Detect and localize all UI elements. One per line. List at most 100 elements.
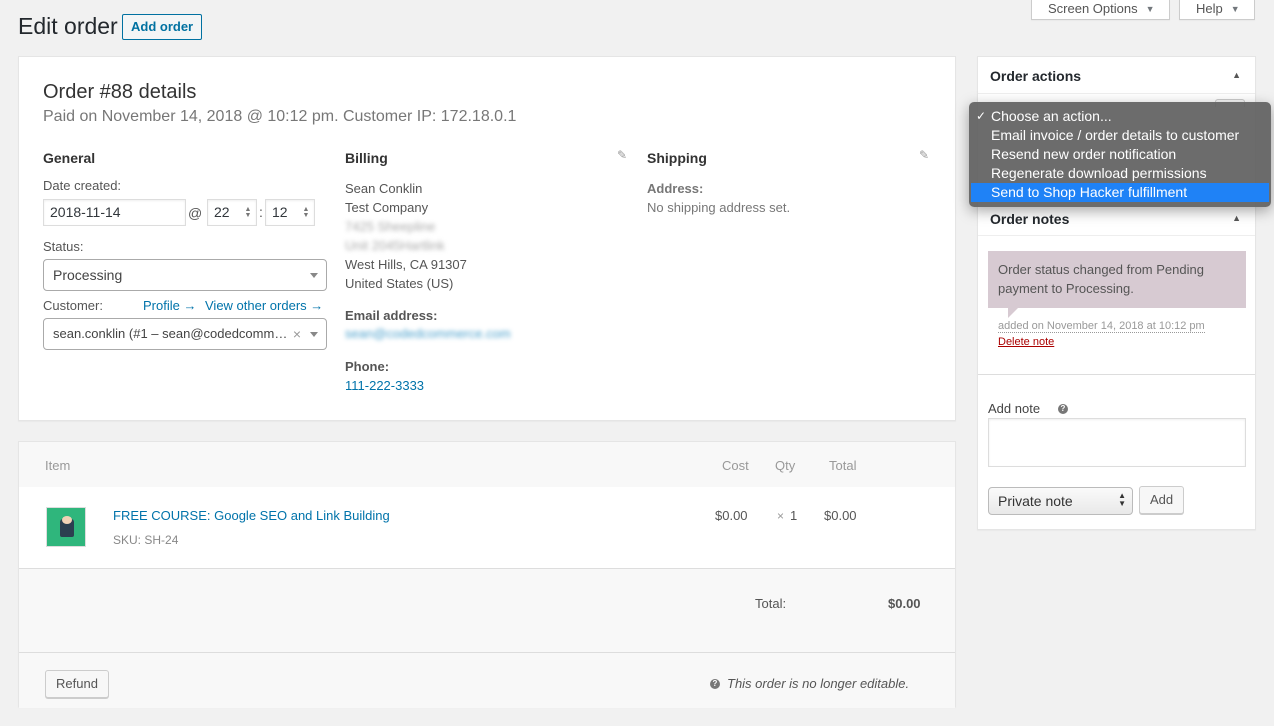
- shipping-address-label: Address:: [647, 181, 704, 196]
- column-item: Item: [45, 458, 71, 473]
- order-totals: Total: $0.00: [19, 569, 955, 653]
- delete-note-link[interactable]: Delete note: [998, 336, 1054, 348]
- customer-select[interactable]: sean.conklin (#1 – sean@codedcomm… ×: [43, 318, 327, 350]
- customer-label: Customer:: [43, 298, 103, 313]
- dropdown-option-highlighted[interactable]: Send to Shop Hacker fulfillment: [971, 183, 1269, 202]
- order-action-dropdown[interactable]: ✓ Choose an action... Email invoice / or…: [969, 102, 1271, 207]
- option-label: Email invoice / order details to custome…: [991, 127, 1240, 143]
- chevron-down-icon: [310, 273, 318, 278]
- page-title: Edit order: [18, 13, 118, 39]
- shipping-address-value: No shipping address set.: [647, 200, 791, 215]
- customer-value: sean.conklin (#1 – sean@codedcomm…: [53, 326, 288, 341]
- column-total: Total: [829, 458, 857, 473]
- total-value: $0.00: [888, 596, 921, 611]
- help-label: Help: [1196, 1, 1223, 16]
- billing-company: Test Company: [345, 200, 429, 215]
- order-subheading: Paid on November 14, 2018 @ 10:12 pm. Cu…: [43, 108, 517, 125]
- divider: [978, 235, 1255, 236]
- billing-email-link[interactable]: sean@codedcommerce.com: [345, 326, 511, 341]
- column-qty: Qty: [775, 458, 796, 473]
- edit-billing-pencil-icon[interactable]: ✎: [617, 148, 627, 162]
- billing-address: Sean Conklin Test Company 7425 Sheepline…: [345, 179, 467, 293]
- order-data-panel: Order #88 details Paid on November 14, 2…: [18, 56, 956, 421]
- column-cost: Cost: [722, 458, 749, 473]
- date-created-input[interactable]: 2018-11-14: [43, 199, 186, 226]
- dropdown-option[interactable]: Email invoice / order details to custome…: [970, 126, 1270, 145]
- general-heading: General: [43, 150, 96, 166]
- clear-icon[interactable]: ×: [293, 319, 301, 349]
- status-value: Processing: [53, 267, 123, 283]
- help-tab[interactable]: Help ▼: [1179, 0, 1255, 20]
- profile-link[interactable]: Profile →: [143, 298, 196, 313]
- dropdown-option[interactable]: Resend new order notification: [970, 145, 1270, 164]
- shipping-heading: Shipping: [647, 150, 707, 166]
- total-label: Total:: [755, 596, 787, 611]
- minute-input[interactable]: 12 ▲ ▼: [265, 199, 315, 226]
- items-table-header: Item Cost Qty Total: [19, 442, 955, 487]
- sku-value: SH-24: [144, 533, 179, 547]
- divider: [978, 93, 1255, 94]
- dropdown-option[interactable]: ✓ Choose an action...: [970, 107, 1270, 126]
- phone-label: Phone:: [345, 359, 390, 374]
- stepper-icon[interactable]: ▲ ▼: [244, 206, 252, 219]
- order-actions-title: Order actions: [990, 68, 1082, 84]
- minute-value: 12: [272, 204, 288, 220]
- stepper-icon[interactable]: ▲ ▼: [302, 206, 310, 219]
- divider: [978, 374, 1255, 375]
- select-arrows-icon: ▲ ▼: [1118, 491, 1126, 508]
- email-label: Email address:: [345, 308, 438, 323]
- at-symbol: @: [188, 205, 203, 221]
- qty-times: ×: [777, 509, 785, 523]
- option-label: Send to Shop Hacker fulfillment: [991, 184, 1188, 200]
- refund-button[interactable]: Refund: [45, 670, 109, 698]
- billing-phone-link[interactable]: 111-222-3333: [345, 378, 424, 393]
- status-select[interactable]: Processing: [43, 259, 327, 291]
- note-tail: [1008, 308, 1018, 318]
- not-editable-notice: This order is no longer editable.: [727, 676, 910, 691]
- note-content: Order status changed from Pending paymen…: [988, 251, 1246, 308]
- hour-value: 22: [214, 204, 230, 220]
- billing-city-line: West Hills, CA 91307: [345, 257, 467, 272]
- checkmark-icon: ✓: [976, 109, 987, 123]
- item-total: $0.00: [824, 508, 857, 523]
- add-order-button[interactable]: Add order: [122, 14, 203, 40]
- help-icon: ?: [710, 679, 720, 689]
- view-other-orders-link[interactable]: View other orders →: [205, 298, 323, 313]
- triangle-down-icon: ▼: [1145, 4, 1155, 14]
- billing-name: Sean Conklin: [345, 181, 423, 196]
- date-created-label: Date created:: [43, 178, 122, 193]
- hour-input[interactable]: 22 ▲ ▼: [207, 199, 257, 226]
- sku-label: SKU:: [113, 533, 142, 547]
- collapse-toggle-icon[interactable]: ▲: [1232, 213, 1241, 223]
- product-thumbnail: [46, 507, 86, 547]
- product-link[interactable]: FREE COURSE: Google SEO and Link Buildin…: [113, 508, 390, 523]
- add-note-textarea[interactable]: [988, 418, 1246, 467]
- note-type-value: Private note: [998, 493, 1073, 509]
- item-cost: $0.00: [715, 508, 748, 523]
- status-label: Status:: [43, 239, 84, 254]
- dropdown-option[interactable]: Regenerate download permissions: [970, 164, 1270, 183]
- option-label: Resend new order notification: [991, 146, 1177, 162]
- billing-address-line-2: Unit 2045Hartlink: [345, 238, 445, 253]
- order-notes-title: Order notes: [990, 211, 1070, 227]
- add-note-button[interactable]: Add: [1139, 486, 1185, 514]
- chevron-down-icon: [310, 332, 318, 337]
- add-note-label: Add note: [988, 401, 1041, 416]
- order-item-actions: Refund ? This order is no longer editabl…: [19, 653, 955, 708]
- triangle-down-icon: ▼: [1230, 4, 1240, 14]
- item-qty: 1: [790, 508, 798, 523]
- help-icon: ?: [1058, 404, 1068, 414]
- time-colon: :: [259, 204, 263, 220]
- note-type-select[interactable]: Private note ▲ ▼: [988, 487, 1133, 515]
- order-heading: Order #88 details: [43, 81, 197, 103]
- order-notes-box: Order notes ▲ Order status changed from …: [977, 200, 1256, 530]
- option-label: Regenerate download permissions: [991, 165, 1207, 181]
- option-label: Choose an action...: [991, 108, 1112, 124]
- billing-heading: Billing: [345, 150, 388, 166]
- screen-options-tab[interactable]: Screen Options ▼: [1031, 0, 1170, 20]
- edit-shipping-pencil-icon[interactable]: ✎: [919, 148, 929, 162]
- product-face-icon: [62, 516, 72, 524]
- collapse-toggle-icon[interactable]: ▲: [1232, 70, 1241, 80]
- product-sku: SKU: SH-24: [113, 533, 178, 547]
- billing-address-line-1: 7425 Sheepline: [345, 219, 436, 234]
